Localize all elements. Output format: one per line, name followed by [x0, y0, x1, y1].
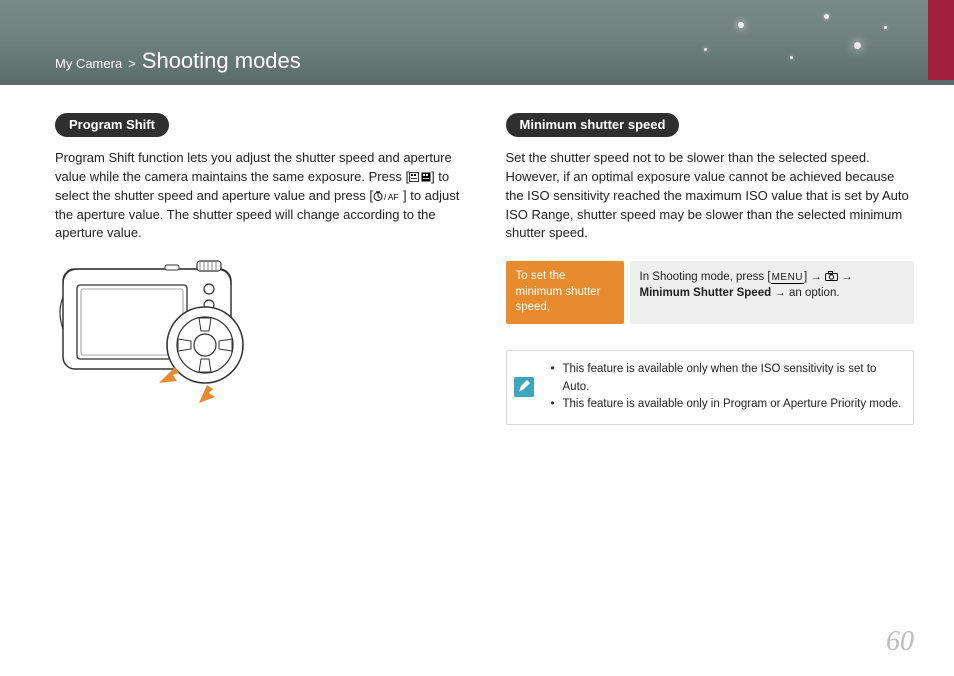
content-columns: Program Shift Program Shift function let… — [0, 85, 954, 425]
timer-af-icon: / AF — [373, 188, 403, 203]
decorative-stars — [694, 8, 914, 78]
page-title: Shooting modes — [142, 48, 301, 74]
camera-icon — [825, 271, 838, 283]
text-segment: → — [838, 271, 853, 283]
page-number: 60 — [886, 626, 914, 658]
svg-text:/ AF: / AF — [384, 193, 398, 202]
section-pill-program-shift: Program Shift — [55, 113, 169, 137]
pen-note-icon — [507, 351, 541, 424]
note-list: This feature is available only when the … — [551, 351, 914, 424]
howto-label: To set the minimum shutter speed, — [506, 261, 624, 324]
display-icon — [409, 169, 431, 184]
right-column: Minimum shutter speed Set the shutter sp… — [506, 113, 915, 425]
breadcrumb-sep: > — [128, 56, 136, 71]
howto-target: Minimum Shutter Speed — [640, 287, 772, 299]
program-shift-paragraph: Program Shift function lets you adjust t… — [55, 149, 464, 243]
note-item: This feature is available only when the … — [551, 361, 904, 397]
page-header: My Camera > Shooting modes — [0, 0, 954, 85]
howto-row: To set the minimum shutter speed, In Sho… — [506, 261, 915, 324]
text-segment: → an option. — [771, 287, 839, 299]
note-item: This feature is available only in Progra… — [551, 396, 904, 414]
text-segment: ] → — [804, 271, 825, 283]
text-segment: In Shooting mode, press [ — [640, 271, 771, 283]
page-edge-tab — [928, 0, 954, 80]
breadcrumb-root: My Camera — [55, 56, 122, 71]
howto-body: In Shooting mode, press [MENU] → → Minim… — [630, 261, 915, 324]
section-pill-min-shutter: Minimum shutter speed — [506, 113, 680, 137]
text-segment: Program Shift function lets you adjust t… — [55, 150, 452, 184]
breadcrumb: My Camera > Shooting modes — [55, 48, 301, 74]
note-box: This feature is available only when the … — [506, 350, 915, 425]
camera-illustration — [55, 257, 255, 412]
min-shutter-paragraph: Set the shutter speed not to be slower t… — [506, 149, 915, 243]
left-column: Program Shift Program Shift function let… — [55, 113, 464, 425]
menu-icon: MENU — [771, 272, 804, 284]
